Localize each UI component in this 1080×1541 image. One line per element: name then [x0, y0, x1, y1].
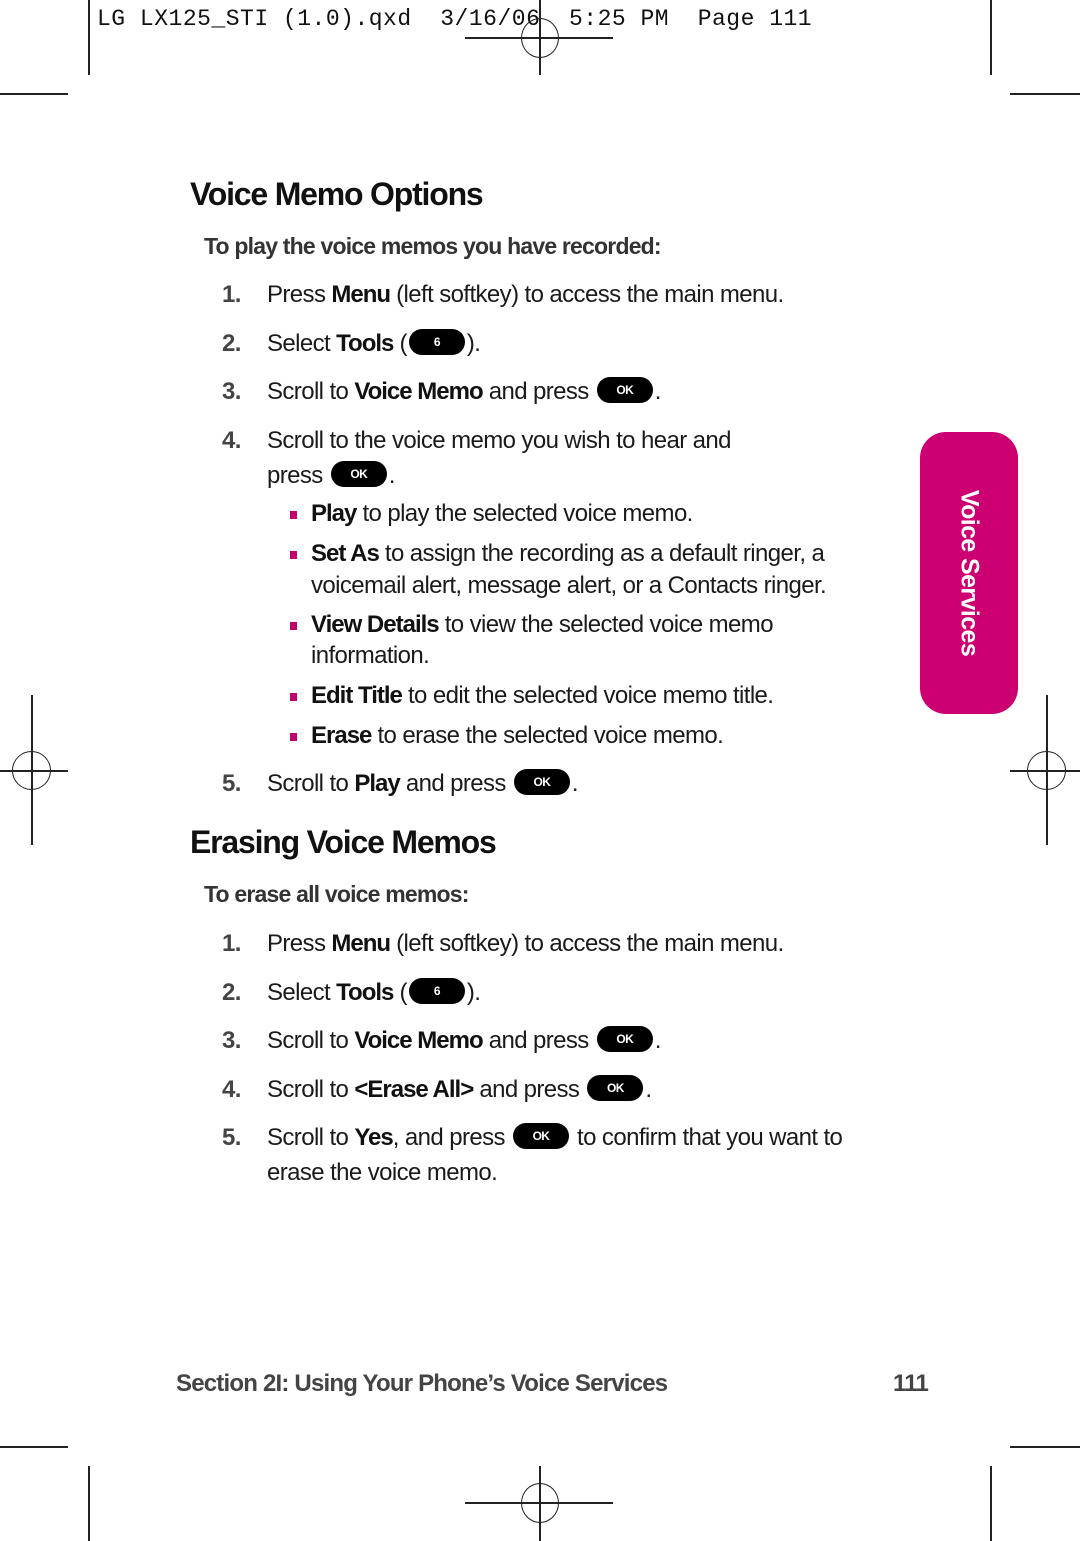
key-6-icon: 6 [408, 977, 465, 1004]
key-6-icon: 6 [408, 328, 465, 355]
bullet-icon [290, 551, 297, 559]
bullet-icon [290, 733, 297, 741]
ok-key-icon: OK [513, 768, 570, 795]
ok-key-icon: OK [596, 376, 653, 403]
section-title-erasing-voice-memos: Erasing Voice Memos [190, 824, 497, 860]
ok-key-icon: OK [587, 1074, 644, 1101]
bullet-icon [290, 693, 297, 701]
ok-key-icon: OK [330, 460, 387, 487]
section-title-voice-memo-options: Voice Memo Options [190, 176, 484, 212]
side-tab-label: Voice Services [955, 489, 984, 657]
page-number: 111 [893, 1370, 929, 1397]
print-slug: LG LX125_STI (1.0).qxd 3/16/06 5:25 PM P… [97, 6, 813, 32]
bullet-icon [290, 511, 297, 519]
section-subtitle-erase: To erase all voice memos: [204, 881, 469, 907]
ok-key-icon: OK [512, 1122, 569, 1149]
ok-key-icon: OK [596, 1025, 653, 1052]
bullet-icon [290, 622, 297, 630]
section-subtitle-play: To play the voice memos you have recorde… [204, 233, 662, 259]
footer-section-title: Section 2I: Using Your Phone’s Voice Ser… [176, 1370, 668, 1397]
side-tab-voice-services: Voice Services [920, 432, 1018, 714]
